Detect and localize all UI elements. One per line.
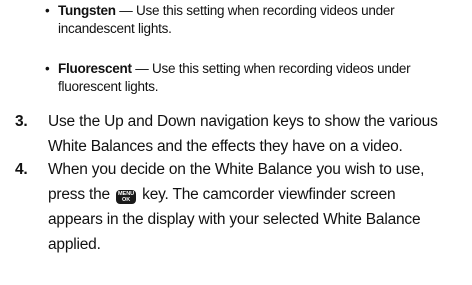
step-line: appears in the display with your selecte… (48, 211, 421, 228)
bullet-term: Tungsten (58, 3, 116, 18)
step-text: When you decide on the White Balance you… (48, 157, 470, 257)
manual-page: • Tungsten — Use this setting when recor… (0, 0, 472, 285)
step-line: applied. (48, 236, 101, 253)
bullet-term: Fluorescent (58, 61, 132, 76)
step-line-part: key. The camcorder viewfinder screen (138, 186, 396, 203)
step-number: 3. (15, 113, 28, 130)
bullet-text-continued: incandescent lights. (58, 21, 172, 36)
bullet-dot: • (45, 61, 50, 76)
bullet-text: — Use this setting when recording videos… (131, 61, 411, 76)
menu-key-bottom-label: OK (121, 197, 131, 203)
step-line: When you decide on the White Balance you… (48, 161, 425, 178)
bullet-tungsten: • Tungsten — Use this setting when recor… (45, 2, 463, 38)
step-number: 4. (15, 161, 28, 178)
bullet-dot: • (45, 3, 50, 18)
menu-ok-key-icon: MENU OK (116, 190, 137, 204)
step-line: Use the Up and Down navigation keys to s… (48, 113, 438, 130)
bullet-text: — Use this setting when recording videos… (115, 3, 395, 18)
bullet-text-continued: fluorescent lights. (58, 79, 159, 94)
step-line: White Balances and the effects they have… (48, 138, 403, 155)
step-text: Use the Up and Down navigation keys to s… (48, 109, 470, 159)
bullet-fluorescent: • Fluorescent — Use this setting when re… (45, 60, 463, 96)
step-line-part: press the (48, 186, 115, 203)
